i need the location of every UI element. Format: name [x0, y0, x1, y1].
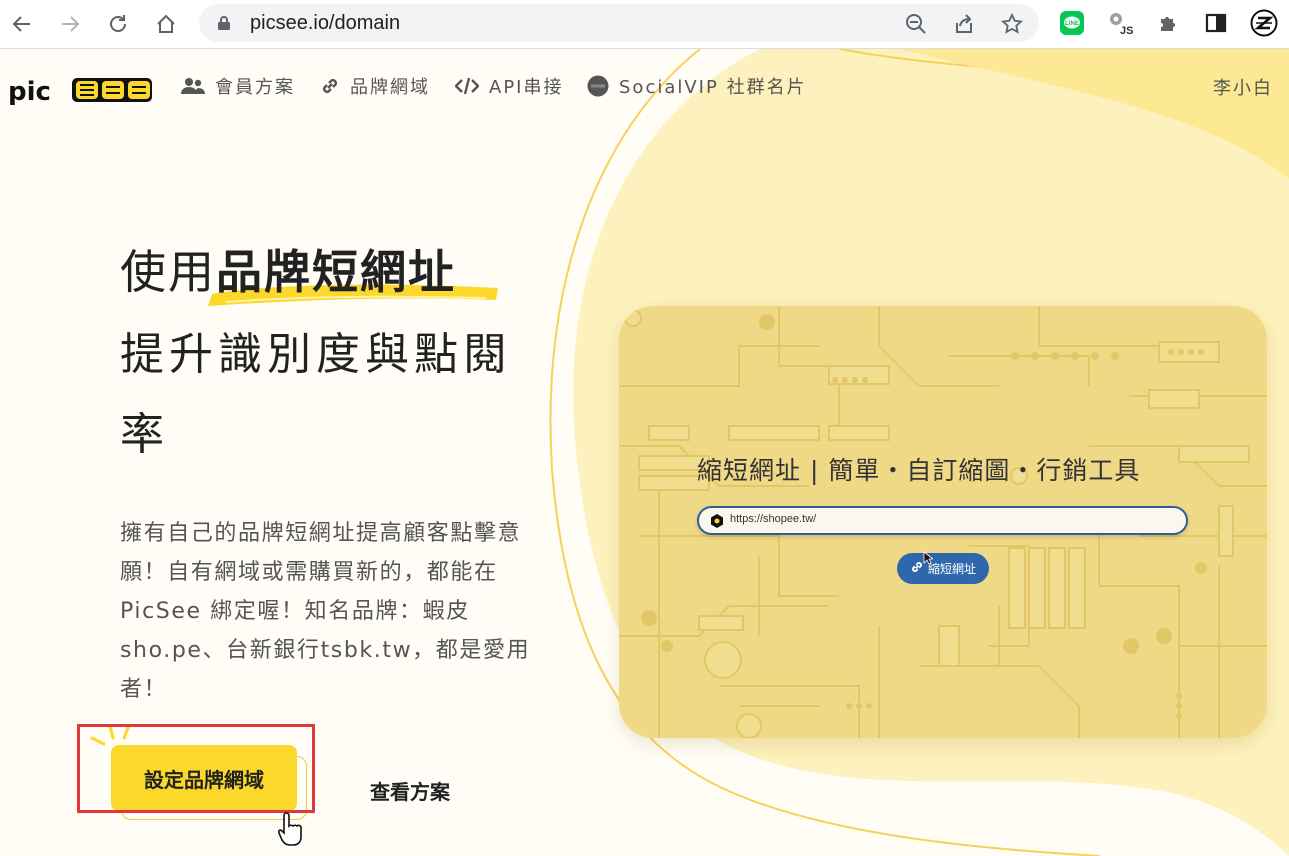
promo-title: 縮短網址 | 簡單・自訂縮圖・行銷工具 [697, 456, 1141, 485]
back-icon[interactable] [6, 8, 38, 40]
code-icon [455, 77, 479, 95]
svg-text:pic: pic [8, 77, 51, 105]
link-icon [320, 76, 340, 96]
shopee-favicon-icon [710, 513, 724, 533]
user-name[interactable]: 李小白 [1213, 74, 1273, 100]
url-text: picsee.io/domain [250, 12, 401, 34]
address-bar[interactable]: picsee.io/domain [199, 4, 1039, 42]
bookmark-star-icon[interactable] [998, 10, 1026, 38]
shorten-url-button[interactable]: 縮短網址 [897, 553, 989, 584]
reload-icon[interactable] [102, 8, 134, 40]
hero-title-line3: 率 [120, 409, 164, 460]
hand-cursor-icon [278, 812, 302, 846]
picsee-logo[interactable]: pic [8, 73, 154, 109]
nav-brand-domain[interactable]: 品牌網域 [320, 74, 430, 98]
svg-text:LINE: LINE [1065, 21, 1079, 27]
shorten-url-label: 縮短網址 [927, 562, 976, 576]
nav-socialvip-label: SocialVIP 社群名片 [619, 77, 807, 98]
nav-api[interactable]: API串接 [455, 74, 563, 98]
nav-socialvip[interactable]: SocialVIP 社群名片 [587, 74, 807, 98]
users-icon [181, 77, 205, 95]
nav-membership-plans[interactable]: 會員方案 [181, 74, 295, 98]
promo-url-input[interactable]: https://shopee.tw/ [697, 506, 1188, 535]
cta-highlight-box [77, 724, 315, 813]
side-panel-icon[interactable] [1202, 9, 1230, 37]
nav-brand-domain-label: 品牌網域 [350, 77, 430, 98]
line-extension-icon[interactable]: LINE [1058, 9, 1086, 37]
profile-z-icon[interactable] [1250, 9, 1278, 37]
hero-title-highlight: 品牌短網址 [216, 245, 456, 299]
js-extension-icon[interactable]: JS [1106, 9, 1134, 37]
extensions-puzzle-icon[interactable] [1154, 9, 1182, 37]
nav-membership-label: 會員方案 [215, 77, 295, 98]
hero-description: 擁有自己的品牌短網址提高顧客點擊意願！自有網域或需購買新的，都能在 PicSee… [120, 521, 531, 702]
hero-title-prefix: 使用 [120, 245, 216, 299]
view-plans-link[interactable]: 查看方案 [370, 776, 450, 805]
socialvip-icon [587, 75, 609, 97]
link-icon [910, 560, 924, 577]
share-icon[interactable] [950, 10, 978, 38]
hero-title-line1: 使用品牌短網址 [120, 236, 456, 302]
browser-toolbar: picsee.io/domain LINE JS [0, 0, 1289, 49]
arrow-cursor-icon [923, 551, 933, 565]
hero-title-line2: 提升識別度與點閱 [120, 329, 512, 380]
svg-text:JS: JS [1120, 25, 1133, 36]
home-icon[interactable] [150, 8, 182, 40]
nav-api-label: API串接 [489, 77, 564, 98]
zoom-out-icon[interactable] [902, 10, 930, 38]
forward-icon[interactable] [54, 8, 86, 40]
lock-icon [217, 15, 231, 35]
promo-url-value: https://shopee.tw/ [730, 513, 817, 525]
